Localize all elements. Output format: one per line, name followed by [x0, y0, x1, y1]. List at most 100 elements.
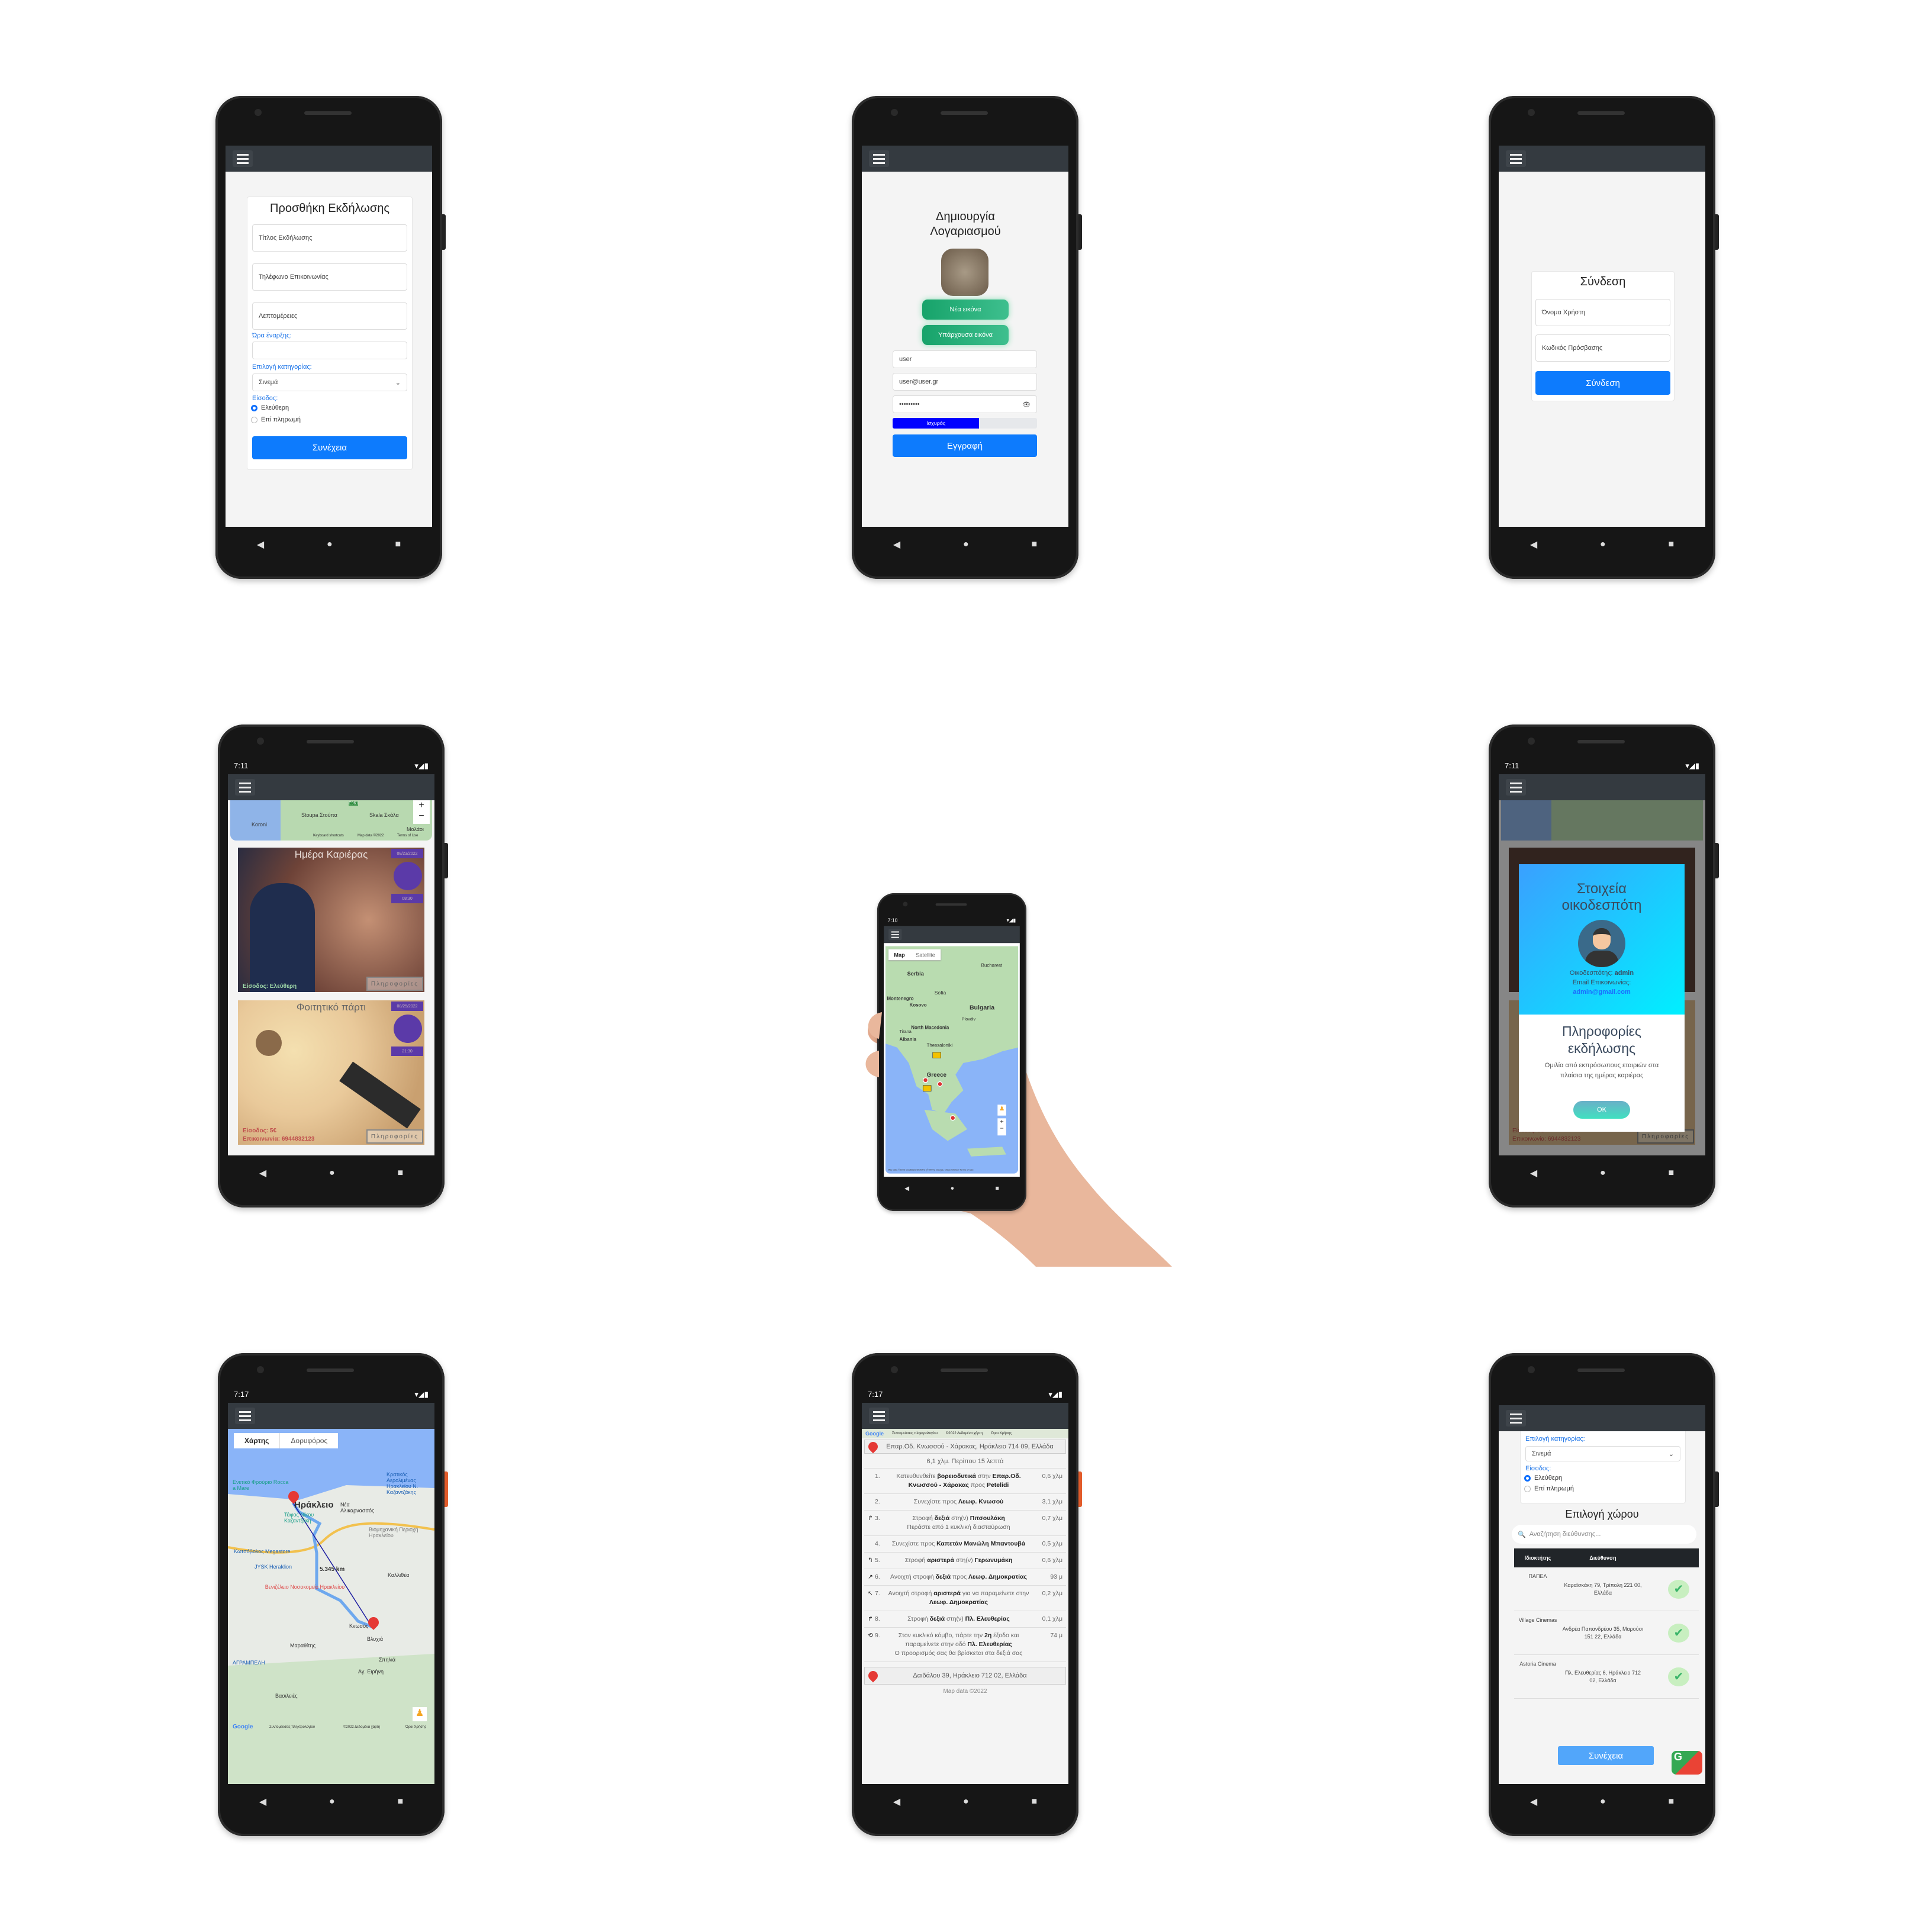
event-card[interactable]: Ημέρα Καριέρας 08/23/2022 08:30 Είσοδος:…: [238, 848, 424, 992]
entry-free-radio[interactable]: Ελεύθερη: [251, 404, 289, 411]
google-maps-icon[interactable]: G: [1672, 1751, 1702, 1775]
continue-button[interactable]: Συνέχεια: [1558, 1746, 1654, 1765]
category-select[interactable]: Σινεμά ⌄: [1525, 1446, 1680, 1461]
menu-icon[interactable]: [235, 1408, 255, 1424]
home-icon[interactable]: ●: [327, 539, 333, 550]
event-marker[interactable]: [932, 1052, 941, 1058]
home-icon[interactable]: ●: [329, 1168, 335, 1178]
place-marker[interactable]: [950, 1115, 956, 1121]
place-marker[interactable]: [922, 1077, 929, 1083]
new-image-button[interactable]: Νέα εικόνα: [922, 300, 1009, 320]
map-footer-link[interactable]: Keyboard shortcuts: [313, 834, 344, 838]
map-tab[interactable]: Χάρτης: [234, 1433, 279, 1448]
home-icon[interactable]: ●: [1600, 1796, 1606, 1807]
map-footer-link[interactable]: Συντομεύσεις πληκτρολογίου: [892, 1432, 938, 1435]
recents-icon[interactable]: ■: [1668, 1796, 1674, 1807]
back-icon[interactable]: ◀: [259, 1167, 266, 1179]
back-icon[interactable]: ◀: [893, 539, 900, 550]
password-input[interactable]: Κωδικός Πρόσβασης: [1535, 334, 1670, 362]
home-icon[interactable]: ●: [951, 1185, 954, 1192]
satellite-tab[interactable]: Δορυφόρος: [279, 1433, 338, 1448]
menu-icon[interactable]: [869, 150, 889, 167]
address-search-input[interactable]: 🔍 Αναζήτηση διεύθυνσης...: [1512, 1525, 1696, 1544]
recents-icon[interactable]: ■: [395, 539, 401, 550]
recents-icon[interactable]: ■: [1668, 539, 1674, 550]
menu-icon[interactable]: [869, 1408, 889, 1424]
event-card[interactable]: Φοιτητικό πάρτι 08/25/2022 21:30 Είσοδος…: [238, 1000, 424, 1145]
back-icon[interactable]: ◀: [1530, 539, 1537, 550]
direction-step[interactable]: ↱ 8. Στροφή δεξιά στη(ν) Πλ. Ελευθερίας 0,1…: [864, 1611, 1066, 1628]
route-map-screen[interactable]: Χάρτης Δορυφόρος Ηράκλειο Νέα Αλικαρνασσ…: [228, 1429, 434, 1784]
menu-icon[interactable]: [233, 150, 253, 167]
map-footer-link[interactable]: Συντομεύσεις πληκτρολογίου: [269, 1725, 315, 1729]
back-icon[interactable]: ◀: [1530, 1167, 1537, 1179]
place-marker[interactable]: [937, 1081, 943, 1087]
menu-icon[interactable]: [1506, 779, 1526, 796]
menu-icon[interactable]: [1506, 150, 1526, 167]
home-icon[interactable]: ●: [1600, 539, 1606, 550]
menu-icon[interactable]: [1506, 1410, 1526, 1427]
username-input[interactable]: user: [893, 350, 1037, 368]
menu-icon[interactable]: [235, 779, 255, 796]
select-check-icon[interactable]: ✔: [1668, 1623, 1689, 1643]
direction-step[interactable]: 1. Κατευθυνθείτε βορειοδυτικά στην Επαρ.Ο…: [864, 1469, 1066, 1494]
zoom-controls[interactable]: + −: [997, 1118, 1006, 1136]
map-footer-link[interactable]: Όροι Χρήσης: [405, 1725, 426, 1729]
menu-icon[interactable]: [888, 929, 902, 940]
recents-icon[interactable]: ■: [1031, 539, 1037, 550]
eye-icon[interactable]: 👁: [1022, 401, 1031, 408]
pegman-icon[interactable]: ♟: [997, 1105, 1006, 1116]
host-email-link[interactable]: admin@gmail.com: [1519, 988, 1685, 996]
back-icon[interactable]: ◀: [259, 1796, 266, 1808]
back-icon[interactable]: ◀: [1530, 1796, 1537, 1808]
home-icon[interactable]: ●: [963, 539, 969, 550]
back-icon[interactable]: ◀: [904, 1184, 909, 1192]
phone-input[interactable]: Τηλέφωνο Επικοινωνίας: [252, 263, 407, 291]
password-input[interactable]: ••••••••• 👁: [893, 395, 1037, 413]
direction-step[interactable]: ↱ 3. Στροφή δεξιά στη(ν) Πιτσουλάκη Περάστε…: [864, 1511, 1066, 1536]
map-greece[interactable]: [885, 946, 1019, 1174]
select-check-icon[interactable]: ✔: [1668, 1667, 1689, 1686]
map-footer-link[interactable]: Όροι Χρήσης: [991, 1432, 1012, 1435]
pegman-icon[interactable]: ♟: [413, 1707, 427, 1721]
direction-step[interactable]: ↗ 6. Ανοιχτή στροφή δεξιά προς Λεωφ. Δημοκ…: [864, 1569, 1066, 1586]
home-icon[interactable]: ●: [329, 1796, 335, 1807]
direction-step[interactable]: ↖ 7. Ανοιχτή στροφή αριστερά για να παραμε…: [864, 1586, 1066, 1611]
register-button[interactable]: Εγγραφή: [893, 434, 1037, 457]
venue-row[interactable]: Astoria Cinema Πλ. Ελευθερίας 6, Ηράκλειο…: [1514, 1655, 1699, 1699]
back-icon[interactable]: ◀: [257, 539, 264, 550]
direction-step[interactable]: ⟲ 9. Στον κυκλικό κόμβο, πάρτε την 2η έξοδ…: [864, 1628, 1066, 1662]
ok-button[interactable]: OK: [1573, 1101, 1630, 1119]
info-button[interactable]: Πληροφορίες: [366, 1129, 423, 1144]
continue-button[interactable]: Συνέχεια: [252, 436, 407, 459]
event-marker[interactable]: [922, 1085, 932, 1091]
direction-step[interactable]: ↰ 5. Στροφή αριστερά στη(ν) Γερωνυμάκη 0,6 …: [864, 1553, 1066, 1569]
recents-icon[interactable]: ■: [397, 1796, 403, 1807]
back-icon[interactable]: ◀: [893, 1796, 900, 1808]
home-icon[interactable]: ●: [1600, 1168, 1606, 1178]
venue-row[interactable]: Village Cinemas Ανδρέα Παπανδρέου 35, Μαρ…: [1514, 1611, 1699, 1655]
map-tab[interactable]: Map: [888, 949, 910, 960]
category-select[interactable]: Σινεμά ⌄: [252, 373, 407, 391]
recents-icon[interactable]: ■: [1031, 1796, 1037, 1807]
home-icon[interactable]: ●: [963, 1796, 969, 1807]
recents-icon[interactable]: ■: [1668, 1168, 1674, 1178]
info-button[interactable]: Πληροφορίες: [366, 977, 423, 991]
map-footer-link[interactable]: Terms of Use: [397, 834, 418, 838]
select-check-icon[interactable]: ✔: [1668, 1579, 1689, 1599]
zoom-controls[interactable]: + −: [413, 800, 430, 824]
event-title-input[interactable]: Τίτλος Εκδήλωσης: [252, 224, 407, 252]
venue-row[interactable]: ΠΑΠΕΛ Καραϊσκάκη 79, Τρίπολη 221 00, Ελλά…: [1514, 1567, 1699, 1611]
email-input[interactable]: user@user.gr: [893, 373, 1037, 391]
entry-paid-radio[interactable]: Επί πληρωμή: [1524, 1485, 1574, 1492]
direction-step[interactable]: 4. Συνεχίστε προς Καπετάν Μανώλη Μπαντουβ…: [864, 1536, 1066, 1553]
recents-icon[interactable]: ■: [397, 1168, 403, 1178]
direction-step[interactable]: 2. Συνεχίστε προς Λεωφ. Κνωσού 3,1 χλμ: [864, 1494, 1066, 1511]
satellite-tab[interactable]: Satellite: [910, 949, 941, 960]
recents-icon[interactable]: ■: [996, 1185, 999, 1192]
login-button[interactable]: Σύνδεση: [1535, 371, 1670, 395]
start-time-input[interactable]: [252, 342, 407, 359]
existing-image-button[interactable]: Υπάρχουσα εικόνα: [922, 325, 1009, 345]
entry-paid-radio[interactable]: Επί πληρωμή: [251, 416, 301, 423]
username-input[interactable]: Όνομα Χρήστη: [1535, 299, 1670, 326]
